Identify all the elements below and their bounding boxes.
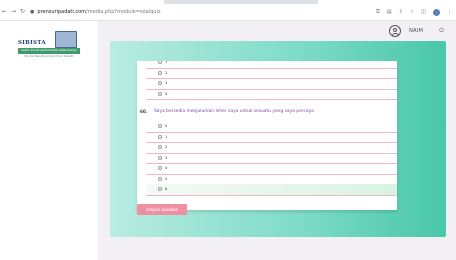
- address-bar[interactable]: ● prensuripadati.com/media.php?module=so…: [30, 7, 160, 17]
- option-label: 5: [165, 176, 168, 181]
- radio-button[interactable]: [158, 70, 162, 75]
- question-number: 60.: [140, 108, 148, 114]
- option-label: 3: [165, 81, 168, 86]
- user-avatar-icon[interactable]: [389, 25, 402, 37]
- radio-button[interactable]: [158, 155, 162, 160]
- menu-dots-icon[interactable]: ⋮: [447, 7, 452, 17]
- app-window: SIBISTA Sistem Pre-Sinnal Pendidikan Ket…: [0, 21, 456, 260]
- share-icon[interactable]: ⇪: [399, 7, 403, 17]
- radio-button[interactable]: [158, 166, 162, 171]
- radio-button[interactable]: [158, 81, 162, 86]
- logo-subtitle: Pondok Pesantren Darul Ulum Wasath: [24, 55, 74, 58]
- logout-icon[interactable]: ⏻: [439, 27, 444, 35]
- url-path: /media.php?module=soalquiz: [86, 9, 161, 15]
- option-label: 6: [165, 187, 168, 192]
- forward-icon[interactable]: →: [9, 4, 18, 20]
- option-label: 1: [165, 61, 168, 65]
- option-label: 0: [165, 124, 168, 129]
- quiz-form: 1 2 3 4 60. Saya bersedia menjulurkan le…: [137, 61, 397, 210]
- sidepanel-icon[interactable]: ◫: [421, 7, 426, 17]
- radio-button[interactable]: [158, 145, 162, 150]
- user-name[interactable]: NAIM: [409, 28, 423, 34]
- browser-extension-icons: ⚿ ▤ ⇪ ☆ ◫ ⋮: [376, 7, 452, 17]
- option-label: 2: [165, 145, 168, 150]
- option-label: 3: [165, 155, 168, 160]
- profile-avatar-icon[interactable]: [433, 8, 440, 16]
- lock-icon: ●: [30, 9, 35, 15]
- answer-option-6[interactable]: 6: [146, 184, 397, 196]
- radio-button[interactable]: [158, 91, 162, 96]
- browser-toolbar: ← → ↻ ● prensuripadati.com/media.php?mod…: [0, 4, 456, 21]
- translate-icon[interactable]: ▤: [387, 7, 392, 17]
- option-label: 4: [165, 91, 168, 96]
- option-label: 4: [165, 166, 168, 171]
- star-icon[interactable]: ☆: [410, 7, 414, 17]
- monitor-icon: [55, 31, 77, 49]
- user-menu: NAIM ⏻: [389, 25, 444, 37]
- save-answer-button[interactable]: Simpan Jawaban: [137, 204, 187, 215]
- radio-button[interactable]: [158, 187, 162, 192]
- sidebar: SIBISTA Sistem Pre-Sinnal Pendidikan Ket…: [0, 21, 98, 260]
- radio-button[interactable]: [158, 124, 162, 129]
- app-logo[interactable]: SIBISTA Sistem Pre-Sinnal Pendidikan Ket…: [18, 31, 80, 63]
- question-60: 60. Saya bersedia menjulurkan leher saya…: [139, 105, 397, 117]
- reload-icon[interactable]: ↻: [18, 4, 27, 20]
- option-label: 1: [165, 134, 168, 139]
- main-content: NAIM ⏻ 1 2 3 4 60. Saya bersedia menjulu…: [98, 21, 456, 260]
- option-row[interactable]: 4: [146, 89, 397, 100]
- question-text: Saya bersedia menjulurkan leher saya unt…: [154, 108, 314, 114]
- key-icon[interactable]: ⚿: [376, 7, 380, 17]
- logo-tagline: Sistem Pre-Sinnal Pendidikan Keterampila…: [18, 48, 80, 54]
- radio-button[interactable]: [158, 134, 162, 139]
- logo-title: SIBISTA: [18, 40, 46, 46]
- option-label: 2: [165, 70, 168, 75]
- back-icon[interactable]: ←: [0, 4, 9, 20]
- radio-button[interactable]: [158, 61, 162, 65]
- radio-button[interactable]: [158, 176, 162, 181]
- url-host: prensuripadati.com: [37, 9, 87, 15]
